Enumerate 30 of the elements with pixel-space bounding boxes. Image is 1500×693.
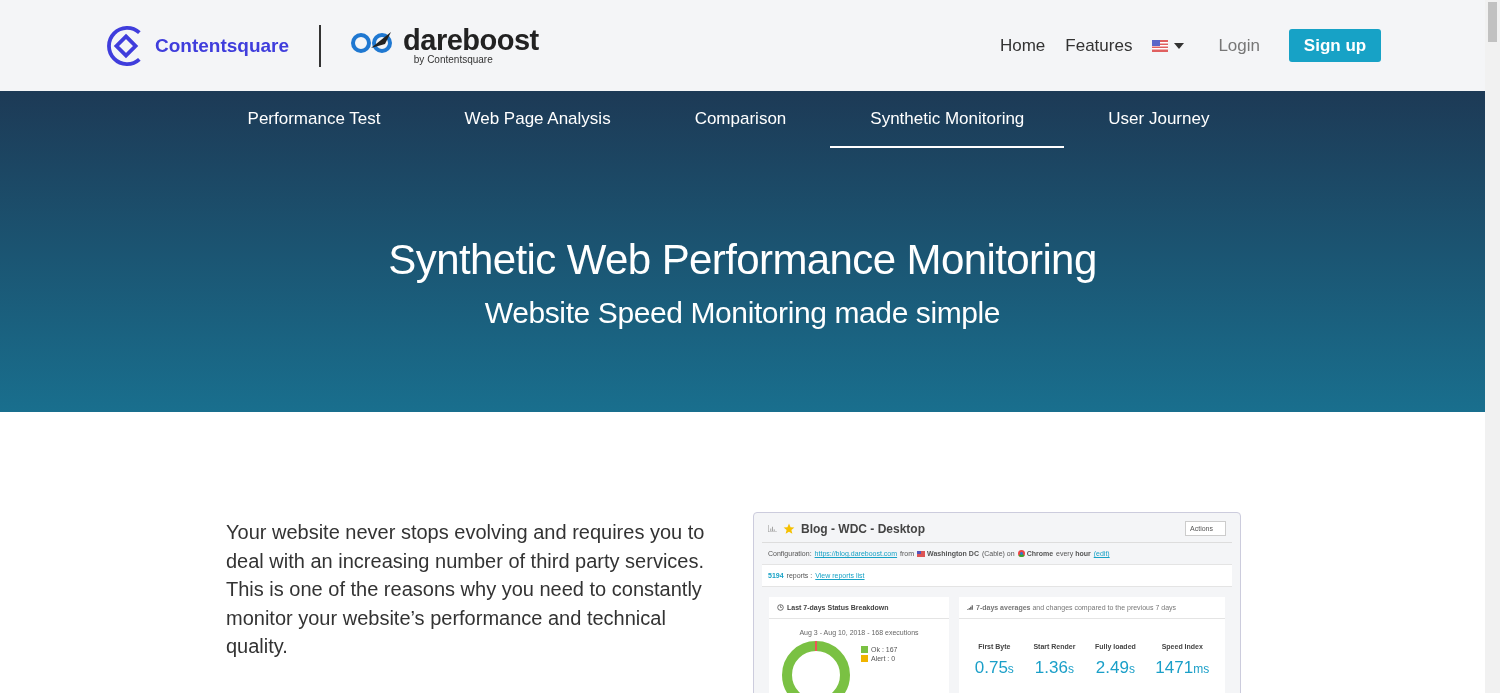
hero-title: Synthetic Web Performance Monitoring	[387, 235, 1098, 285]
nav-link[interactable]: Home	[999, 35, 1046, 56]
product-tagline: by Contentsquare	[413, 54, 493, 65]
clock-icon	[777, 604, 784, 611]
login-link[interactable]: Login	[1218, 35, 1260, 56]
scrollbar[interactable]	[1485, 0, 1500, 693]
nav-tab[interactable]: Web Page Analysis	[424, 91, 651, 148]
intro-paragraph: Your website never stops evolving and requires you to deal with an increasing number of third party services. This is one of the reasons why you need to constantly monitor your website’s performance and technical quality.	[226, 520, 706, 659]
nav-tab[interactable]: Synthetic Monitoring	[830, 91, 1065, 148]
flag-icon	[917, 550, 926, 557]
dashboard-title: Blog - WDC - Desktop	[801, 521, 926, 536]
hero-subtitle: Website Speed Monitoring made simple	[483, 296, 1002, 330]
star-icon	[783, 522, 795, 535]
brand-name[interactable]: Contentsquare	[155, 34, 290, 57]
caret-icon	[1174, 42, 1185, 49]
nav-tab[interactable]: User Journey	[1068, 91, 1250, 148]
metric-value: 1471ms	[1155, 658, 1210, 678]
metric-value: 1.36s	[1034, 658, 1074, 678]
browser-icon	[1017, 550, 1025, 557]
flag-icon	[1152, 39, 1169, 52]
donut-chart-drawing	[781, 640, 851, 693]
nav-tab[interactable]: Performance Test	[207, 91, 421, 148]
metric-value: 2.49s	[1095, 658, 1135, 678]
nav-link[interactable]: Features	[1065, 35, 1133, 56]
product-name[interactable]: dareboost	[403, 26, 539, 54]
metric-value: 0.75s	[974, 658, 1014, 678]
chart-icon	[768, 525, 777, 532]
language-selector[interactable]	[1152, 39, 1185, 52]
bar-chart-icon	[967, 605, 973, 610]
nav-tab[interactable]: Comparison	[654, 91, 827, 148]
